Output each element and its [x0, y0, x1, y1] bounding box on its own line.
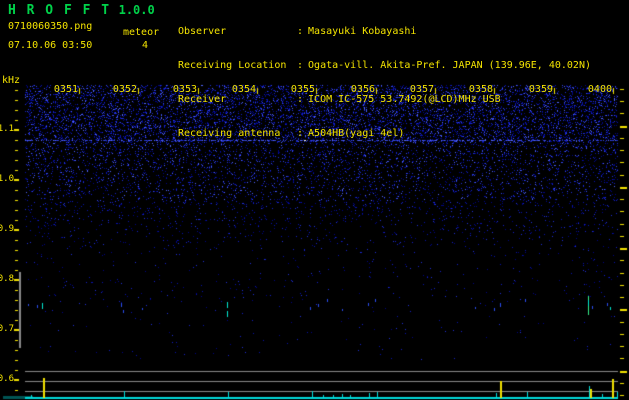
time-tick-label: 0358	[468, 84, 493, 95]
row-value: ICOM IC-575 53.7492(@LCD)MHz USB	[308, 94, 501, 106]
row-value: Masayuki Kobayashi	[308, 25, 417, 37]
freq-tick-label: 0.8	[0, 274, 14, 284]
row-separator: :	[297, 128, 304, 140]
time-tick-label: 0351	[53, 84, 78, 95]
freq-tick-label: 1.1	[0, 124, 14, 134]
app-name: H R O F F T	[8, 3, 111, 18]
station-row-location: Receiving Location: Ogata-vill. Akita-Pre…	[178, 60, 591, 71]
observation-datetime: 07.10.06 03:50	[8, 40, 93, 51]
freq-tick-label: 0.6	[0, 374, 14, 384]
meteor-count: 4	[142, 40, 149, 51]
station-row-antenna: Receiving antenna: A504HB(yagi 4el)	[178, 128, 591, 139]
time-tick-label: 0352	[112, 84, 137, 95]
row-label: Receiver	[178, 94, 227, 106]
observation-mode: meteor	[123, 27, 160, 38]
freq-tick-label: 0.7	[0, 324, 14, 334]
row-label: Receiving antenna	[178, 128, 281, 140]
station-row-receiver: Receiver: ICOM IC-575 53.7492(@LCD)MHz US…	[178, 94, 591, 105]
freq-axis-unit: kHz	[2, 75, 21, 86]
freq-tick-label: 0.9	[0, 224, 14, 234]
row-value: Ogata-vill. Akita-Pref. JAPAN (139.96E, …	[308, 60, 591, 72]
row-separator: :	[297, 60, 304, 72]
time-tick-label: 0354	[231, 84, 256, 95]
output-filename: 0710060350.png	[8, 21, 93, 32]
station-info: Observer: Masayuki Kobayashi Receiving Lo…	[178, 3, 591, 163]
row-label: Receiving Location	[178, 60, 287, 72]
freq-tick-label: 1.0	[0, 174, 14, 184]
time-tick-label: 0400	[587, 84, 612, 95]
time-tick-label: 0353	[172, 84, 197, 95]
time-tick-label: 0357	[409, 84, 434, 95]
app-version: 1.0.0	[118, 3, 155, 17]
time-tick-label: 0359	[528, 84, 553, 95]
time-tick-label: 0355	[290, 84, 315, 95]
hrofft-output-image: H R O F F T 1.0.0 0710060350.png meteor 0…	[0, 0, 629, 400]
row-label: Observer	[178, 25, 227, 37]
app-title: H R O F F T 1.0.0	[8, 3, 155, 18]
row-separator: :	[297, 94, 304, 106]
time-tick-label: 0356	[350, 84, 375, 95]
station-row-observer: Observer: Masayuki Kobayashi	[178, 26, 591, 37]
row-value: A504HB(yagi 4el)	[308, 128, 405, 140]
row-separator: :	[297, 25, 304, 37]
